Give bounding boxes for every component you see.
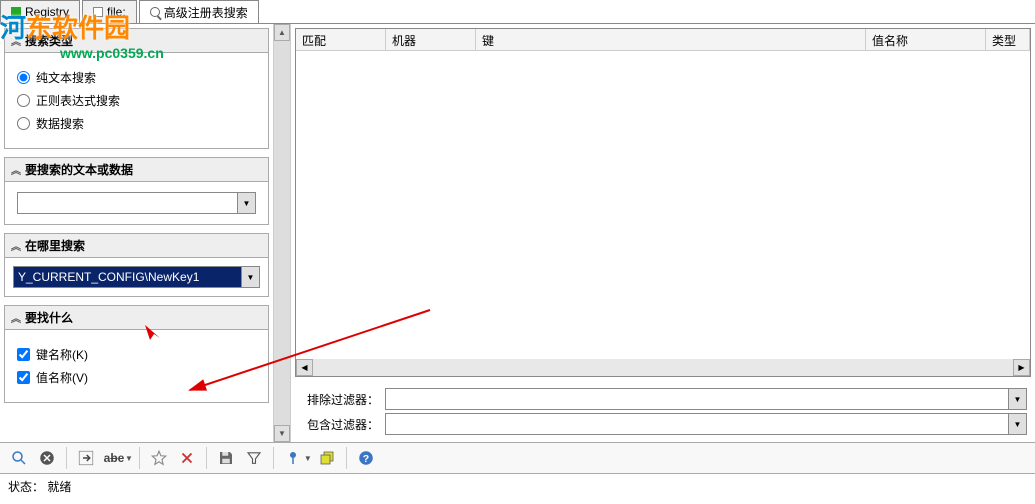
group-header[interactable]: ︽ 要找什么 bbox=[5, 306, 268, 330]
arrow-right-icon bbox=[77, 449, 95, 467]
tab-advanced-search[interactable]: 高级注册表搜索 bbox=[139, 0, 259, 23]
scroll-right-icon[interactable]: ▶ bbox=[1013, 359, 1030, 376]
scroll-up-icon[interactable]: ▲ bbox=[274, 24, 290, 41]
tab-label: file: bbox=[107, 5, 126, 19]
include-filter-combo[interactable]: ▼ bbox=[385, 413, 1027, 435]
stop-icon bbox=[38, 449, 56, 467]
windows-button[interactable] bbox=[314, 445, 340, 471]
save-button[interactable] bbox=[213, 445, 239, 471]
exclude-filter-label: 排除过滤器： bbox=[299, 391, 379, 408]
collapse-icon: ︽ bbox=[11, 238, 21, 253]
scrollbar-vertical[interactable]: ▲ ▼ bbox=[273, 24, 290, 442]
group-title: 搜索类型 bbox=[25, 32, 73, 49]
filter-panel: 排除过滤器： ▼ 包含过滤器： ▼ bbox=[291, 381, 1035, 442]
toolbar: abe ▼ ▼ ? bbox=[0, 442, 1035, 474]
pin-icon bbox=[284, 449, 302, 467]
dropdown-icon[interactable]: ▼ bbox=[241, 267, 259, 287]
group-search-what: ︽ 要找什么 键名称(K) 值名称(V) bbox=[4, 305, 269, 403]
search-icon bbox=[150, 7, 160, 17]
tab-label: Registry bbox=[25, 5, 69, 19]
col-valuename[interactable]: 值名称 bbox=[866, 29, 986, 50]
right-panel: 匹配 机器 键 值名称 类型 ◀ ▶ 排除过滤器： ▼ 包 bbox=[290, 24, 1035, 442]
collapse-icon: ︽ bbox=[11, 310, 21, 325]
filter-button[interactable] bbox=[241, 445, 267, 471]
table-header: 匹配 机器 键 值名称 类型 bbox=[296, 29, 1030, 51]
results-table: 匹配 机器 键 值名称 类型 ◀ ▶ bbox=[295, 28, 1031, 377]
goto-button[interactable] bbox=[73, 445, 99, 471]
check-valuename[interactable]: 值名称(V) bbox=[17, 369, 256, 386]
delete-button[interactable] bbox=[174, 445, 200, 471]
col-match[interactable]: 匹配 bbox=[296, 29, 386, 50]
replace-button[interactable]: abe bbox=[101, 445, 127, 471]
dropdown-icon[interactable]: ▼ bbox=[1008, 389, 1026, 409]
radio-data[interactable]: 数据搜索 bbox=[17, 115, 256, 132]
svg-text:?: ? bbox=[363, 453, 369, 465]
pin-button[interactable] bbox=[280, 445, 306, 471]
replace-icon: abe bbox=[104, 451, 125, 465]
scrollbar-horizontal[interactable]: ◀ ▶ bbox=[296, 359, 1030, 376]
help-button[interactable]: ? bbox=[353, 445, 379, 471]
col-key[interactable]: 键 bbox=[476, 29, 866, 50]
radio-plaintext[interactable]: 纯文本搜索 bbox=[17, 69, 256, 86]
tab-registry[interactable]: Registry bbox=[0, 0, 80, 23]
group-header[interactable]: ︽ 要搜索的文本或数据 bbox=[5, 158, 268, 182]
search-where-combo[interactable]: Y_CURRENT_CONFIG\NewKey1 ▼ bbox=[13, 266, 260, 288]
star-icon bbox=[150, 449, 168, 467]
stop-button[interactable] bbox=[34, 445, 60, 471]
search-text-combo[interactable]: ▼ bbox=[17, 192, 256, 214]
dropdown-icon[interactable]: ▼ bbox=[125, 454, 133, 463]
exclude-filter-combo[interactable]: ▼ bbox=[385, 388, 1027, 410]
col-type[interactable]: 类型 bbox=[986, 29, 1030, 50]
col-machine[interactable]: 机器 bbox=[386, 29, 476, 50]
collapse-icon: ︽ bbox=[11, 162, 21, 177]
scroll-left-icon[interactable]: ◀ bbox=[296, 359, 313, 376]
include-filter-label: 包含过滤器： bbox=[299, 416, 379, 433]
radio-regex[interactable]: 正则表达式搜索 bbox=[17, 92, 256, 109]
favorite-button[interactable] bbox=[146, 445, 172, 471]
dropdown-icon[interactable]: ▼ bbox=[304, 454, 312, 463]
registry-icon bbox=[11, 7, 21, 17]
magnifier-icon bbox=[10, 449, 28, 467]
search-button[interactable] bbox=[6, 445, 32, 471]
status-label: 状态： bbox=[8, 480, 44, 494]
group-title: 要找什么 bbox=[25, 309, 73, 326]
windows-icon bbox=[318, 449, 336, 467]
group-search-type: ︽ 搜索类型 纯文本搜索 正则表达式搜索 数据搜索 bbox=[4, 28, 269, 149]
tab-file[interactable]: file: bbox=[82, 0, 137, 23]
scroll-down-icon[interactable]: ▼ bbox=[274, 425, 290, 442]
help-icon: ? bbox=[357, 449, 375, 467]
tab-label: 高级注册表搜索 bbox=[164, 4, 248, 21]
tab-bar: Registry file: 高级注册表搜索 bbox=[0, 0, 1035, 24]
group-search-text: ︽ 要搜索的文本或数据 ▼ bbox=[4, 157, 269, 225]
group-search-where: ︽ 在哪里搜索 Y_CURRENT_CONFIG\NewKey1 ▼ bbox=[4, 233, 269, 297]
group-header[interactable]: ︽ 搜索类型 bbox=[5, 29, 268, 53]
table-body bbox=[296, 51, 1030, 359]
collapse-icon: ︽ bbox=[11, 33, 21, 48]
group-title: 在哪里搜索 bbox=[25, 237, 85, 254]
funnel-icon bbox=[245, 449, 263, 467]
dropdown-icon[interactable]: ▼ bbox=[237, 193, 255, 213]
status-bar: 状态： 就绪 bbox=[0, 474, 1035, 499]
status-value: 就绪 bbox=[47, 480, 71, 494]
dropdown-icon[interactable]: ▼ bbox=[1008, 414, 1026, 434]
delete-icon bbox=[178, 449, 196, 467]
save-icon bbox=[217, 449, 235, 467]
left-panel: ︽ 搜索类型 纯文本搜索 正则表达式搜索 数据搜索 ︽ 要搜索的文本或数据 bbox=[0, 24, 290, 442]
check-keyname[interactable]: 键名称(K) bbox=[17, 346, 256, 363]
group-header[interactable]: ︽ 在哪里搜索 bbox=[5, 234, 268, 258]
group-title: 要搜索的文本或数据 bbox=[25, 161, 133, 178]
file-icon bbox=[93, 7, 103, 17]
